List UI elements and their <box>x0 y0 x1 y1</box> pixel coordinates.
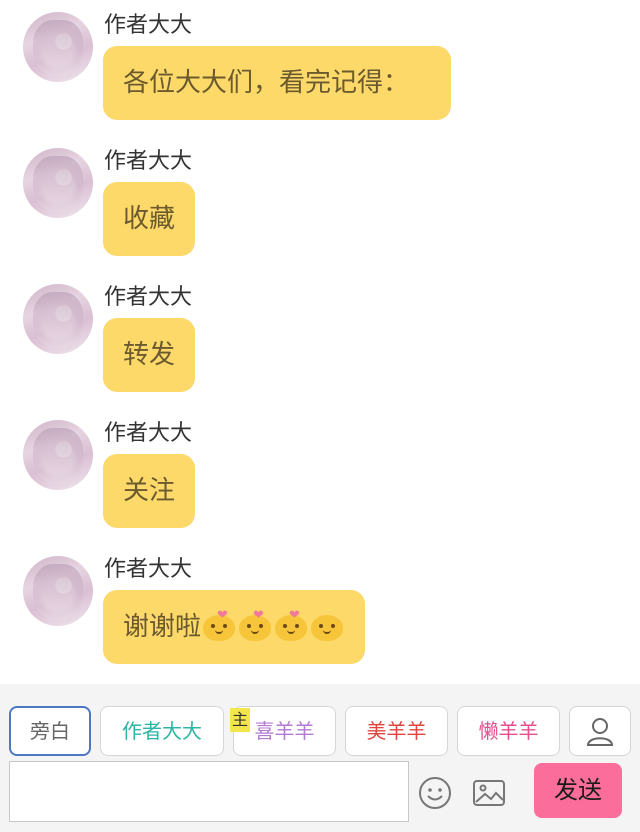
main-role-tag: 主 <box>230 708 250 732</box>
message-bubble[interactable]: 关注 <box>103 454 195 528</box>
role-selector: 旁白 作者大大 喜羊羊 美羊羊 懒羊羊 <box>0 706 640 756</box>
avatar[interactable] <box>23 148 93 218</box>
kiss-emoji-icon: ❤ <box>203 609 236 641</box>
message-text: 谢谢啦 <box>123 612 202 642</box>
message-bubble[interactable]: 收藏 <box>103 182 195 256</box>
role-lanyangyang-button[interactable]: 懒羊羊 <box>457 706 560 756</box>
author-name: 作者大大 <box>104 285 193 310</box>
wink-emoji-icon <box>311 614 344 641</box>
image-button[interactable] <box>472 776 506 810</box>
role-author-button[interactable]: 作者大大 <box>100 706 224 756</box>
image-icon <box>473 780 505 806</box>
love-emoji-icon: ❤ <box>275 609 308 641</box>
message-bubble[interactable]: 各位大大们，看完记得： <box>103 46 451 120</box>
message-bubble[interactable]: 谢谢啦 ❤ ❤ ❤ <box>103 590 365 664</box>
avatar[interactable] <box>23 12 93 82</box>
user-icon <box>586 718 614 746</box>
composer-panel: 旁白 作者大大 喜羊羊 美羊羊 懒羊羊 主 发送 <box>0 684 640 832</box>
author-name: 作者大大 <box>104 149 193 174</box>
emoji-button[interactable] <box>418 776 452 810</box>
role-narrator-button[interactable]: 旁白 <box>9 706 91 756</box>
author-name: 作者大大 <box>104 13 193 38</box>
avatar[interactable] <box>23 420 93 490</box>
add-role-button[interactable] <box>569 706 631 756</box>
love-emoji-icon: ❤ <box>239 609 272 641</box>
chat-messages: 作者大大 各位大大们，看完记得： 作者大大 收藏 作者大大 转发 作者大大 关注… <box>0 0 640 684</box>
smiley-icon <box>419 777 451 809</box>
message-input[interactable] <box>9 761 409 822</box>
message-bubble[interactable]: 转发 <box>103 318 195 392</box>
author-name: 作者大大 <box>104 421 193 446</box>
avatar[interactable] <box>23 284 93 354</box>
author-name: 作者大大 <box>104 557 193 582</box>
send-button[interactable]: 发送 <box>534 763 622 818</box>
role-meiyangyang-button[interactable]: 美羊羊 <box>345 706 448 756</box>
avatar[interactable] <box>23 556 93 626</box>
